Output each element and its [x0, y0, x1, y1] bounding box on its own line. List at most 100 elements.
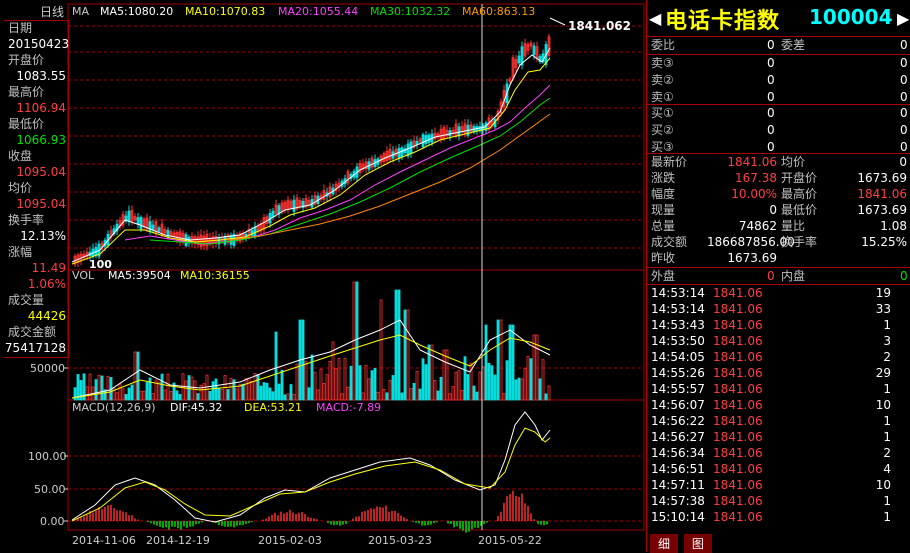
- tick-row[interactable]: 14:56:27 1841.06 1: [651, 429, 907, 445]
- stat-value: 1841.06: [727, 155, 777, 169]
- orderbook-volume: 0: [900, 73, 908, 87]
- tick-row[interactable]: 15:10:14 1841.06 1: [651, 509, 907, 525]
- stat-label: 换手率: [781, 235, 818, 249]
- low-label: 最低价: [8, 117, 45, 131]
- tick-row[interactable]: 14:56:22 1841.06 1: [651, 413, 907, 429]
- tick-row[interactable]: 14:53:14 1841.06 19: [651, 285, 907, 301]
- tab-chart[interactable]: 图: [683, 534, 712, 553]
- volume-bar: [409, 388, 413, 401]
- volume-bar: [439, 376, 443, 401]
- volume-bar: [262, 382, 266, 401]
- volume-bar: [400, 392, 404, 401]
- period-label[interactable]: 日线: [40, 5, 64, 19]
- tick-row[interactable]: 14:55:26 1841.06 29: [651, 365, 907, 381]
- orderbook-label: 卖③: [651, 56, 674, 70]
- candlestick-series: [73, 33, 551, 268]
- volume-bar: [472, 385, 476, 401]
- high-label: 最高价: [8, 85, 45, 99]
- tick-row[interactable]: 14:53:14 1841.06 33: [651, 301, 907, 317]
- stat-value: 0: [769, 203, 777, 217]
- volume-bar: [208, 391, 212, 401]
- kline-chart[interactable]: 日线 MA MA5:1080.20 MA10:1070.83 MA20:1055…: [0, 0, 646, 552]
- macd-axis-100: 100.00: [28, 450, 67, 463]
- weicha-value: 0: [900, 38, 908, 52]
- tick-price: 1841.06: [713, 366, 763, 380]
- volume-bar: [355, 281, 359, 401]
- tick-row[interactable]: 14:57:11 1841.06 10: [651, 477, 907, 493]
- tick-time: 14:55:26: [651, 366, 705, 380]
- volume-bar: [184, 380, 188, 401]
- open-label: 开盘价: [8, 53, 45, 67]
- tick-volume: 1: [883, 382, 891, 396]
- stat-value: 15.25%: [861, 235, 907, 249]
- tick-time: 14:54:05: [651, 350, 705, 364]
- tick-row[interactable]: 14:53:43 1841.06 1: [651, 317, 907, 333]
- volume-bar: [454, 371, 458, 401]
- tick-time: 14:56:07: [651, 398, 705, 412]
- tab-detail[interactable]: 细: [650, 534, 679, 553]
- volume-bar: [193, 380, 197, 401]
- divider: [647, 54, 910, 55]
- volume-bar: [487, 363, 491, 401]
- prev-arrow-icon[interactable]: ◀: [649, 9, 661, 28]
- volume-bar: [214, 378, 218, 401]
- tick-row[interactable]: 14:54:05 1841.06 2: [651, 349, 907, 365]
- change-value: 11.49: [31, 261, 66, 275]
- candle-body: [139, 216, 143, 230]
- weicha-label: 委差: [781, 38, 806, 52]
- tick-price: 1841.06: [713, 462, 763, 476]
- volume-bar: [265, 382, 269, 401]
- stat-value: 10.00%: [731, 187, 777, 201]
- volume-bar: [322, 383, 326, 401]
- volume-bar: [226, 389, 230, 401]
- volume-bar: [457, 370, 461, 401]
- volume-bar: [514, 379, 518, 401]
- ma10-readout: MA10:1070.83: [185, 5, 265, 18]
- candle-body: [457, 126, 461, 137]
- tick-price: 1841.06: [713, 446, 763, 460]
- volume-bars: [71, 281, 551, 401]
- volume-bar: [127, 387, 131, 401]
- orderbook-label: 买②: [651, 123, 674, 137]
- chart-frame: [67, 3, 645, 531]
- volume-bar: [316, 389, 320, 401]
- date-label-2: 2014-12-19: [146, 534, 210, 547]
- tick-row[interactable]: 14:56:07 1841.06 10: [651, 397, 907, 413]
- macd-title: MACD(12,26,9): [72, 401, 156, 414]
- weibi-label: 委比: [651, 38, 676, 52]
- volume-bar: [148, 377, 152, 401]
- index-name: 电话卡指数: [665, 9, 781, 34]
- stat-label: 最高价: [781, 187, 818, 201]
- volume-bar: [490, 365, 494, 401]
- vol-label: 成交量: [8, 293, 45, 307]
- tick-row[interactable]: 14:53:50 1841.06 3: [651, 333, 907, 349]
- tick-price: 1841.06: [713, 478, 763, 492]
- orderbook-label: 卖②: [651, 73, 674, 87]
- tick-price: 1841.06: [713, 334, 763, 348]
- quote-title-bar: ◀ 电话卡指数 100004 ▶: [647, 0, 910, 37]
- tick-row[interactable]: 14:55:57 1841.06 1: [651, 381, 907, 397]
- amount-value: 75417128: [4, 341, 66, 355]
- volume-bar: [202, 383, 206, 401]
- macd-readout: MACD:-7.89: [316, 401, 381, 414]
- volume-bar: [271, 391, 275, 401]
- tick-volume: 1: [883, 318, 891, 332]
- tick-price: 1841.06: [713, 350, 763, 364]
- volume-bar: [502, 393, 506, 401]
- tick-row[interactable]: 14:56:51 1841.06 4: [651, 461, 907, 477]
- volume-bar: [451, 386, 455, 401]
- volume-bar: [385, 392, 389, 401]
- tick-row[interactable]: 14:56:34 1841.06 2: [651, 445, 907, 461]
- candle-body: [400, 147, 404, 157]
- volume-bar: [478, 371, 482, 401]
- stat-value: 1673.69: [857, 203, 907, 217]
- date-label-4: 2015-03-23: [368, 534, 432, 547]
- tick-time: 14:53:50: [651, 334, 705, 348]
- tick-row[interactable]: 14:57:38 1841.06 1: [651, 493, 907, 509]
- dea-readout: DEA:53.21: [244, 401, 302, 414]
- macd-axis-0: 0.00: [40, 515, 65, 528]
- volume-bar: [187, 375, 191, 401]
- next-arrow-icon[interactable]: ▶: [897, 9, 909, 28]
- volume-bar: [448, 393, 452, 401]
- volume-bar: [418, 388, 422, 401]
